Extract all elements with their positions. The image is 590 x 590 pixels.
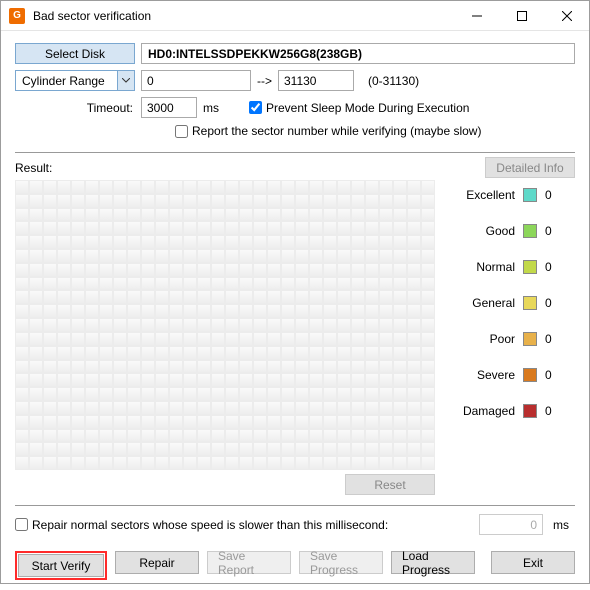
start-verify-button[interactable]: Start Verify (18, 554, 104, 577)
legend-swatch (523, 260, 537, 274)
legend-swatch (523, 296, 537, 310)
report-sector-label: Report the sector number while verifying… (192, 124, 481, 138)
chevron-down-icon (122, 78, 130, 83)
timeout-input[interactable] (141, 97, 197, 118)
range-to-input[interactable] (278, 70, 354, 91)
repair-slow-unit: ms (553, 518, 569, 532)
prevent-sleep-checkbox[interactable]: Prevent Sleep Mode During Execution (249, 101, 469, 115)
legend-label: Damaged (463, 404, 515, 418)
maximize-button[interactable] (499, 1, 544, 30)
range-mode-label: Cylinder Range (22, 74, 105, 88)
titlebar: G Bad sector verification (1, 1, 589, 31)
legend-label: Excellent (466, 188, 515, 202)
timeout-unit: ms (203, 101, 219, 115)
legend-swatch (523, 332, 537, 346)
legend-count: 0 (545, 260, 563, 274)
minimize-icon (472, 11, 482, 21)
maximize-icon (517, 11, 527, 21)
range-from-input[interactable] (141, 70, 251, 91)
save-progress-button[interactable]: Save Progress (299, 551, 383, 574)
repair-button[interactable]: Repair (115, 551, 199, 574)
legend-swatch (523, 368, 537, 382)
legend-row: General 0 (445, 296, 575, 310)
result-label: Result: (15, 161, 52, 175)
legend-row: Excellent 0 (445, 188, 575, 202)
range-hint: (0-31130) (368, 74, 419, 88)
legend-count: 0 (545, 296, 563, 310)
legend-swatch (523, 224, 537, 238)
exit-button[interactable]: Exit (491, 551, 575, 574)
report-sector-checkbox[interactable]: Report the sector number while verifying… (175, 124, 481, 138)
legend-label: Poor (490, 332, 515, 346)
legend-row: Poor 0 (445, 332, 575, 346)
legend-row: Severe 0 (445, 368, 575, 382)
detailed-info-button[interactable]: Detailed Info (485, 157, 575, 178)
window-root: G Bad sector verification Select Disk HD… (0, 0, 590, 584)
legend-count: 0 (545, 368, 563, 382)
timeout-label: Timeout: (15, 101, 135, 115)
minimize-button[interactable] (454, 1, 499, 30)
repair-slow-input[interactable] (15, 518, 28, 531)
load-progress-button[interactable]: Load Progress (391, 551, 475, 574)
divider (15, 152, 575, 153)
app-icon: G (9, 8, 25, 24)
legend-row: Normal 0 (445, 260, 575, 274)
divider (15, 505, 575, 506)
save-report-button[interactable]: Save Report (207, 551, 291, 574)
report-sector-input[interactable] (175, 125, 188, 138)
content-area: Select Disk HD0:INTELSSDPEKKW256G8(238GB… (1, 31, 589, 590)
prevent-sleep-label: Prevent Sleep Mode During Execution (266, 101, 469, 115)
reset-button[interactable]: Reset (345, 474, 435, 495)
legend-label: Good (486, 224, 515, 238)
legend-label: General (472, 296, 515, 310)
selected-disk-display: HD0:INTELSSDPEKKW256G8(238GB) (141, 43, 575, 64)
repair-slow-checkbox[interactable]: Repair normal sectors whose speed is slo… (15, 518, 388, 532)
prevent-sleep-input[interactable] (249, 101, 262, 114)
legend-label: Normal (476, 260, 515, 274)
legend-count: 0 (545, 332, 563, 346)
range-mode-select[interactable]: Cylinder Range (15, 70, 135, 91)
sector-grid (15, 180, 435, 470)
legend-count: 0 (545, 188, 563, 202)
start-verify-highlight: Start Verify (15, 551, 107, 580)
repair-slow-label: Repair normal sectors whose speed is slo… (32, 518, 388, 532)
legend-count: 0 (545, 224, 563, 238)
window-title: Bad sector verification (33, 9, 151, 23)
repair-slow-ms-input[interactable] (479, 514, 543, 535)
legend-swatch (523, 404, 537, 418)
legend: Excellent0Good0Normal0General0Poor0Sever… (445, 180, 575, 470)
select-disk-button[interactable]: Select Disk (15, 43, 135, 64)
range-arrow-label: --> (257, 74, 272, 88)
legend-label: Severe (477, 368, 515, 382)
legend-row: Good 0 (445, 224, 575, 238)
legend-count: 0 (545, 404, 563, 418)
close-icon (562, 11, 572, 21)
legend-swatch (523, 188, 537, 202)
close-button[interactable] (544, 1, 589, 30)
dropdown-arrow (117, 71, 134, 90)
legend-row: Damaged 0 (445, 404, 575, 418)
